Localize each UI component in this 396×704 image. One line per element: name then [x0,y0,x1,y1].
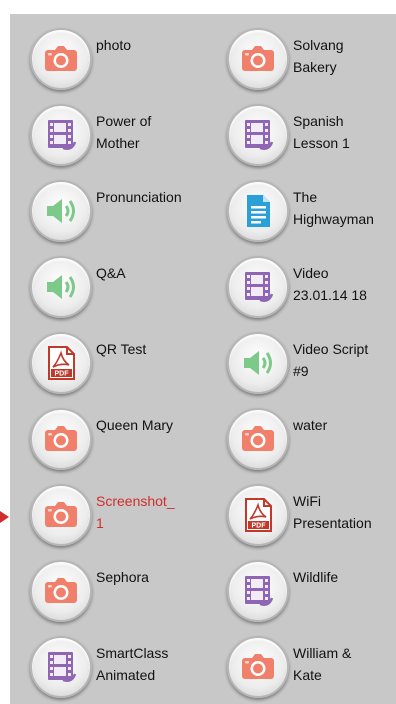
document-icon[interactable] [227,180,289,242]
file-item[interactable]: photo [10,14,207,90]
pdf-icon-text: PDF [55,371,70,378]
file-item-label[interactable]: Screenshot_ 1 [96,490,175,534]
pdf-icon-text: PDF [252,523,267,530]
file-item-label[interactable]: SmartClass Animated [96,642,168,686]
file-item[interactable]: Power of Mother [10,90,207,166]
pdf-icon[interactable]: PDF [227,484,289,546]
file-item[interactable]: PDF WiFi Presentation [207,470,396,546]
file-item-label[interactable]: Video Script #9 [293,338,368,382]
file-item-label[interactable]: Power of Mother [96,110,151,154]
file-item[interactable]: PDF QR Test [10,318,207,394]
audio-icon[interactable] [30,180,92,242]
file-item-label[interactable]: William & Kate [293,642,351,686]
file-item-label[interactable]: QR Test [96,338,146,360]
file-item[interactable]: Video Script #9 [207,318,396,394]
file-item-label[interactable]: Video 23.01.14 18 [293,262,367,306]
file-item[interactable]: William & Kate [207,622,396,698]
pdf-icon[interactable]: PDF [30,332,92,394]
file-item[interactable]: Screenshot_ 1 [10,470,207,546]
file-item-label[interactable]: water [293,414,327,436]
audio-icon[interactable] [227,332,289,394]
file-list-panel: photo Solvang Bakery Power of Mother Spanis… [10,14,396,704]
camera-icon[interactable] [30,28,92,90]
file-item-label[interactable]: Spanish Lesson 1 [293,110,350,154]
camera-icon[interactable] [30,484,92,546]
video-icon[interactable] [227,256,289,318]
file-item-label[interactable]: Solvang Bakery [293,34,344,78]
file-item[interactable]: Spanish Lesson 1 [207,90,396,166]
file-item[interactable]: Solvang Bakery [207,14,396,90]
file-item-label[interactable]: Pronunciation [96,186,182,208]
file-item[interactable]: Wildlife [207,546,396,622]
video-icon[interactable] [227,104,289,166]
file-item-label[interactable]: Queen Mary [96,414,173,436]
file-item-label[interactable]: photo [96,34,131,56]
camera-icon[interactable] [30,408,92,470]
selection-marker-arrow [0,511,9,523]
file-item-label[interactable]: Wildlife [293,566,338,588]
file-item-label[interactable]: WiFi Presentation [293,490,372,534]
camera-icon[interactable] [227,28,289,90]
file-grid: photo Solvang Bakery Power of Mother Spanis… [10,14,396,698]
file-item[interactable]: The Highwayman [207,166,396,242]
file-item[interactable]: Q&A [10,242,207,318]
file-item[interactable]: Sephora [10,546,207,622]
file-item[interactable]: Pronunciation [10,166,207,242]
file-item[interactable]: Video 23.01.14 18 [207,242,396,318]
file-item[interactable]: Queen Mary [10,394,207,470]
file-item-label[interactable]: Sephora [96,566,149,588]
file-item[interactable]: water [207,394,396,470]
audio-icon[interactable] [30,256,92,318]
camera-icon[interactable] [227,636,289,698]
file-item-label[interactable]: The Highwayman [293,186,374,230]
camera-icon[interactable] [227,408,289,470]
video-icon[interactable] [227,560,289,622]
file-item-label[interactable]: Q&A [96,262,126,284]
file-item[interactable]: SmartClass Animated [10,622,207,698]
video-icon[interactable] [30,104,92,166]
camera-icon[interactable] [30,560,92,622]
video-icon[interactable] [30,636,92,698]
